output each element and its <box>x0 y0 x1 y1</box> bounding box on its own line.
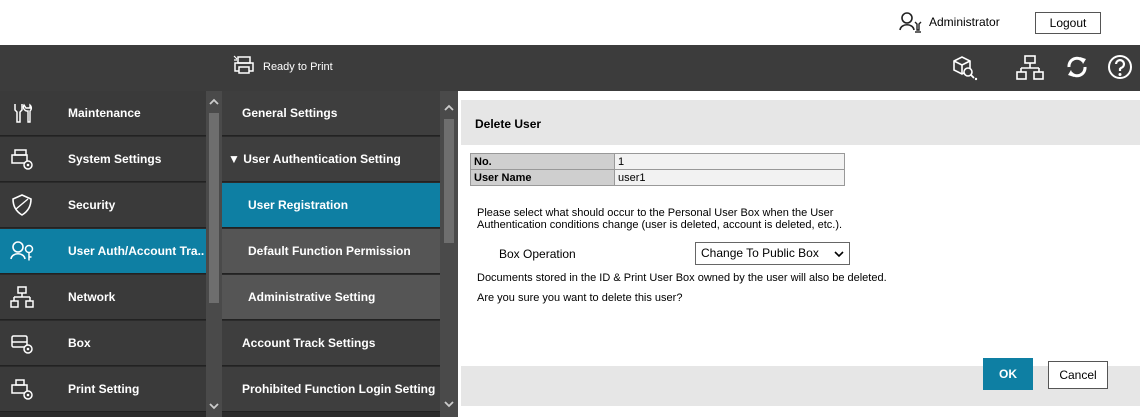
network-status-icon[interactable] <box>1016 53 1044 81</box>
nav-label: Security <box>68 198 116 212</box>
subnav-item-user-auth-setting[interactable]: ▼ User Authentication Setting <box>222 137 440 182</box>
scroll-down-icon[interactable] <box>442 397 456 411</box>
help-icon[interactable] <box>1106 53 1134 81</box>
scroll-down-icon[interactable] <box>207 399 221 413</box>
subnav-label: Administrative Setting <box>248 290 376 304</box>
sub-nav-scroll-thumb[interactable] <box>444 119 454 243</box>
system-settings-icon <box>11 149 33 170</box>
table-key: No. <box>470 153 615 170</box>
user-info-table: No. 1 User Name user1 <box>470 153 845 186</box>
nav-item-maintenance[interactable]: Maintenance <box>0 91 206 136</box>
left-nav: Maintenance System Settings Security Use… <box>0 91 222 417</box>
subnav-item-general-settings[interactable]: General Settings <box>222 91 440 136</box>
delete-note: Documents stored in the ID & Print User … <box>477 272 887 284</box>
print-setting-icon <box>11 379 33 400</box>
table-row: User Name user1 <box>470 169 845 186</box>
scroll-up-icon[interactable] <box>442 101 456 115</box>
security-shield-icon <box>12 194 32 216</box>
subnav-label: ▼ User Authentication Setting <box>228 152 401 166</box>
nav-item-system-settings[interactable]: System Settings <box>0 137 206 182</box>
page-title: Delete User <box>475 117 542 131</box>
subnav-item-administrative-setting[interactable]: Administrative Setting <box>222 275 440 320</box>
table-key: User Name <box>470 169 615 186</box>
box-operation-select[interactable]: Change To Public Box <box>695 242 850 265</box>
nav-label: Print Setting <box>68 382 140 396</box>
table-value: user1 <box>614 169 845 186</box>
content-header: Delete User <box>461 100 1140 145</box>
left-nav-scrollbar[interactable] <box>206 91 222 417</box>
prompt-line-1: Please select what should occur to the P… <box>477 207 834 219</box>
printer-ready-icon <box>233 55 254 74</box>
box-operation-label: Box Operation <box>499 247 576 261</box>
nav-item-print-setting[interactable]: Print Setting <box>0 367 206 412</box>
nav-item-security[interactable]: Security <box>0 183 206 228</box>
maintenance-icon <box>14 103 32 123</box>
cube-search-icon[interactable] <box>950 53 978 81</box>
status-header: Ready to Print <box>0 45 1140 91</box>
scroll-up-icon[interactable] <box>207 95 221 109</box>
subnav-item-user-registration[interactable]: User Registration <box>222 183 440 228</box>
box-operation-value: Change To Public Box <box>701 246 819 260</box>
admin-label: Administrator <box>929 15 1000 29</box>
network-icon <box>10 286 34 308</box>
subnav-item-account-track-settings[interactable]: Account Track Settings <box>222 321 440 366</box>
nav-item-box[interactable]: Box <box>0 321 206 366</box>
nav-label: Network <box>68 290 116 304</box>
subnav-label: Default Function Permission <box>248 244 411 258</box>
ok-button[interactable]: OK <box>983 358 1033 390</box>
subnav-label: User Registration <box>248 198 349 212</box>
cancel-button[interactable]: Cancel <box>1048 361 1108 389</box>
ready-status-label: Ready to Print <box>263 61 333 73</box>
top-bar: Administrator Logout <box>0 0 1140 45</box>
chevron-down-icon <box>834 251 844 258</box>
table-row: No. 1 <box>470 153 845 170</box>
prompt-line-2: Authentication conditions change (user i… <box>477 219 843 231</box>
subnav-label: Prohibited Function Login Setting <box>242 382 436 396</box>
subnav-item-default-function-permission[interactable]: Default Function Permission <box>222 229 440 274</box>
nav-item-user-auth[interactable]: User Auth/Account Tra.. <box>0 229 206 274</box>
nav-item-network[interactable]: Network <box>0 275 206 320</box>
nav-label: System Settings <box>68 152 162 166</box>
nav-label: Box <box>68 336 91 350</box>
left-nav-scroll-thumb[interactable] <box>209 113 219 303</box>
user-auth-icon <box>10 241 34 261</box>
sub-nav-scrollbar[interactable] <box>440 91 458 417</box>
subnav-label: Account Track Settings <box>242 336 376 350</box>
nav-label: Maintenance <box>68 106 141 120</box>
table-value: 1 <box>614 153 845 170</box>
subnav-item-prohibited-function-login[interactable]: Prohibited Function Login Setting <box>222 367 440 412</box>
subnav-label: General Settings <box>242 106 338 120</box>
sub-nav: General Settings ▼ User Authentication S… <box>222 91 458 417</box>
admin-user-icon <box>899 12 922 33</box>
box-icon <box>11 335 33 354</box>
delete-confirm-text: Are you sure you want to delete this use… <box>477 292 683 304</box>
content-footer <box>461 366 1140 406</box>
logout-button[interactable]: Logout <box>1035 12 1101 34</box>
nav-label: User Auth/Account Tra.. <box>68 244 204 258</box>
main-content: Delete User No. 1 User Name user1 Please… <box>458 91 1140 417</box>
refresh-icon[interactable] <box>1063 53 1091 81</box>
